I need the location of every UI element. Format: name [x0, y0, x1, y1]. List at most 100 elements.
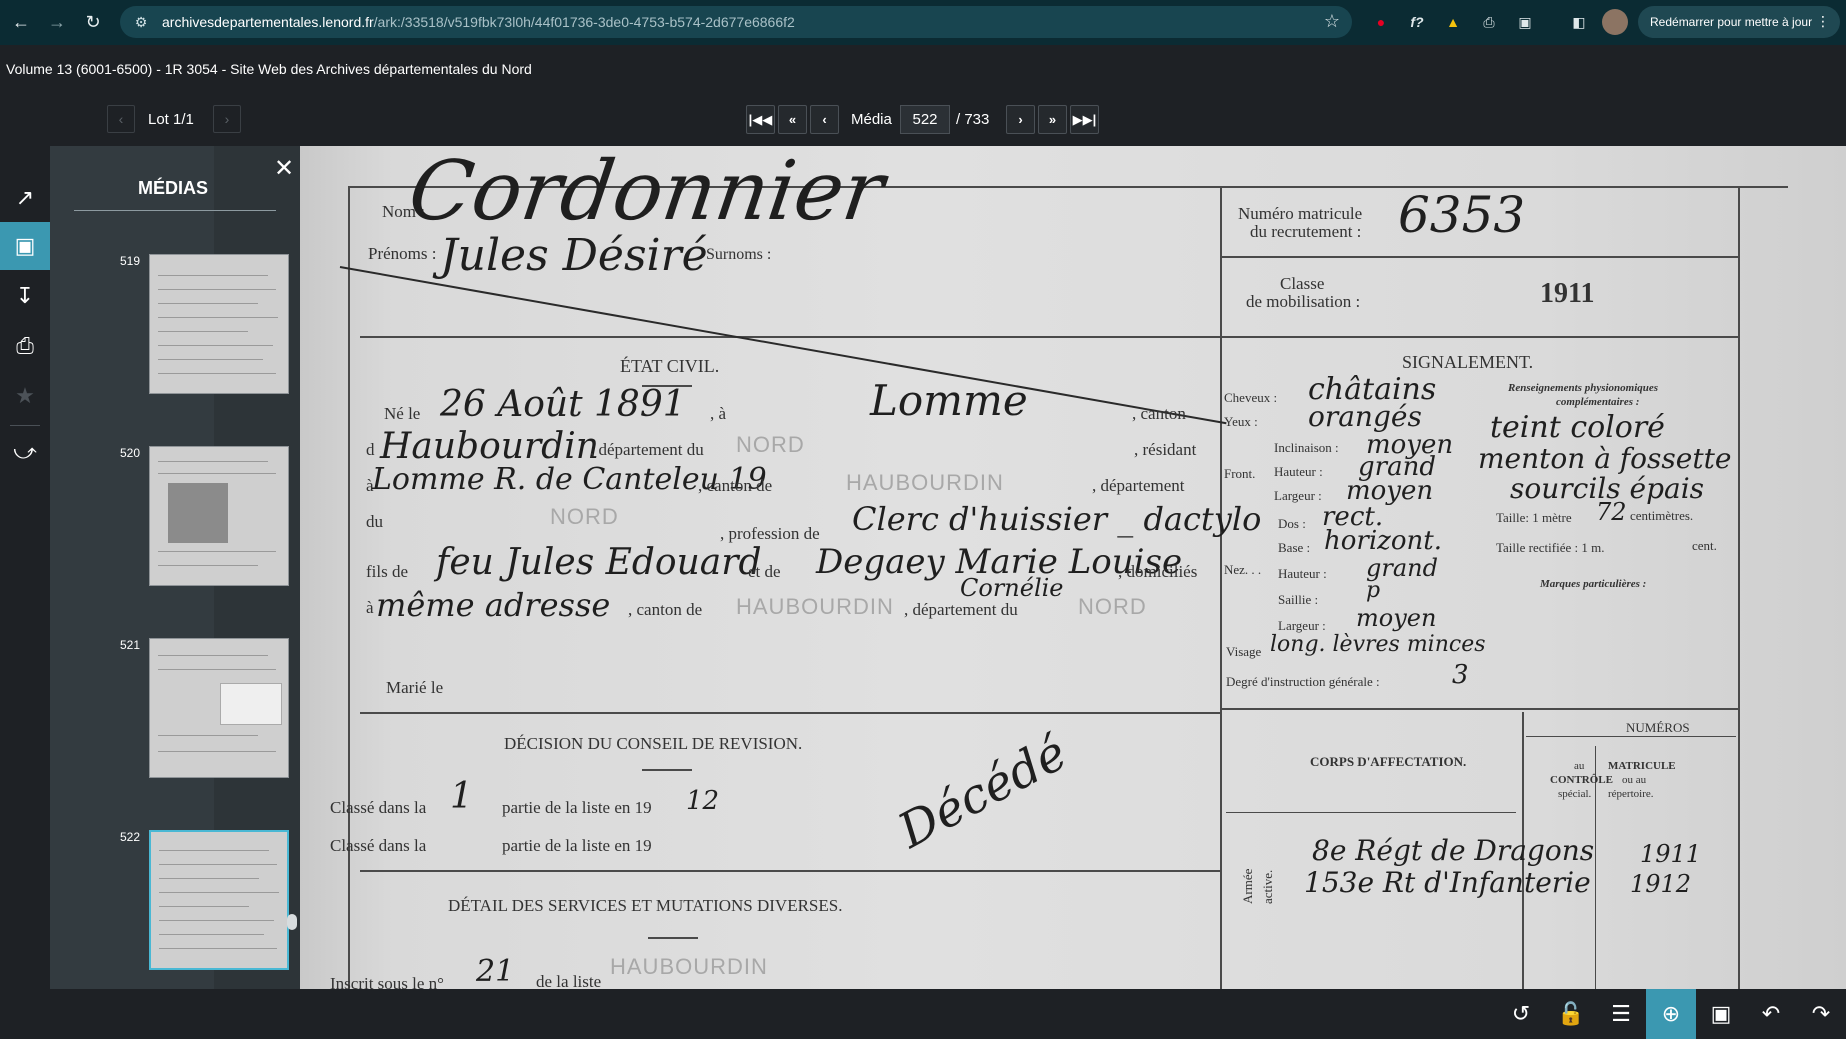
matricule-label-2: du recrutement : — [1250, 222, 1362, 241]
frame-line — [1738, 186, 1740, 989]
thumbnail-number: 521 — [120, 638, 141, 652]
thumbnail-519[interactable] — [149, 254, 289, 394]
close-icon[interactable]: ✕ — [274, 154, 294, 183]
saillie-label: Saillie : — [1278, 592, 1319, 607]
media-number-input[interactable]: 522 — [900, 105, 950, 134]
page-title: Volume 13 (6001-6500) - 1R 3054 - Site W… — [6, 61, 532, 77]
stamp-nord-3: NORD — [1078, 594, 1147, 619]
inscrit-value: 21 — [476, 954, 515, 989]
adjust-sliders-icon[interactable]: ☰ — [1596, 989, 1646, 1039]
degre-label: Degré d'instruction générale : — [1226, 674, 1380, 689]
active-label: active. — [1260, 869, 1275, 904]
rail-divider — [10, 425, 40, 426]
media-panel: MÉDIAS ✕ 519 520 521 522 — [50, 146, 300, 989]
largeur2-value: moyen — [1356, 604, 1437, 632]
font-icon[interactable]: f? — [1404, 9, 1430, 35]
controle-label: au — [1574, 760, 1585, 772]
next-fast-button[interactable]: » — [1038, 105, 1067, 134]
share-icon[interactable]: ⤻ — [0, 428, 50, 476]
last-media-button[interactable]: ▶▶| — [1070, 105, 1099, 134]
lot-next-button[interactable]: › — [213, 105, 241, 133]
father-value: feu Jules Edouard — [436, 542, 762, 583]
profile-avatar[interactable] — [1602, 9, 1628, 35]
next-media-button[interactable]: › — [1006, 105, 1035, 134]
printer-icon[interactable]: ⎙ — [1476, 9, 1502, 35]
inclinaison-label: Inclinaison : — [1274, 440, 1339, 455]
signalement-heading: SIGNALEMENT. — [1402, 352, 1534, 372]
hauteur2-label: Hauteur : — [1278, 566, 1327, 581]
birth-place: Lomme — [870, 376, 1028, 425]
reload-icon[interactable]: ↻ — [78, 8, 108, 38]
frame-line — [642, 769, 692, 771]
matricule-col-label-3: répertoire. — [1608, 788, 1654, 800]
panel-scrollbar[interactable] — [287, 914, 297, 930]
cent-label: cent. — [1692, 538, 1717, 553]
et-de-label: et de — [748, 562, 781, 581]
de-la-liste-label: de la liste — [536, 972, 602, 989]
forward-icon[interactable]: → — [42, 8, 72, 38]
partie-year-1: 12 — [686, 786, 720, 816]
thumbnail-522[interactable] — [149, 830, 289, 970]
site-settings-icon[interactable]: ⚙ — [126, 7, 156, 37]
lot-prev-button[interactable]: ‹ — [107, 105, 135, 133]
image-icon[interactable]: ▣ — [0, 222, 50, 270]
thumbnail-520[interactable] — [149, 446, 289, 586]
panel-divider — [74, 210, 276, 211]
viewer-toolbar: ‹ Lot 1/1 › |◀◀ « ‹ Média 522 / 733 › » … — [0, 91, 1846, 146]
thumbnail-521[interactable] — [149, 638, 289, 778]
year-1: 1911 — [1640, 840, 1702, 868]
rotate-right-icon[interactable]: ↷ — [1796, 989, 1846, 1039]
partie-label-2: partie de la liste en 19 — [502, 836, 652, 855]
prev-fast-button[interactable]: « — [778, 105, 807, 134]
decede-value: Décédé — [889, 724, 1076, 860]
menu-dots-icon[interactable]: ⋮ — [1816, 13, 1830, 30]
classe-label-2: de mobilisation : — [1246, 292, 1361, 311]
drive-icon[interactable]: ▲ — [1440, 9, 1466, 35]
frame-line — [648, 937, 698, 939]
cheveux-label: Cheveux : — [1224, 390, 1278, 405]
print-icon[interactable]: ⎙ — [0, 322, 50, 370]
stamp-haubourdin-2: HAUBOURDIN — [736, 594, 894, 619]
yeux-label: Yeux : — [1224, 414, 1258, 429]
stamp-haubourdin-3: HAUBOURDIN — [610, 954, 768, 979]
sidepanel-icon[interactable]: ◧ — [1566, 9, 1592, 35]
media-label: Média — [851, 111, 892, 128]
nez-label: Nez. . . — [1224, 562, 1262, 577]
controle-label-3: spécial. — [1558, 788, 1592, 800]
canton-de-label: , canton de — [698, 476, 773, 495]
address-bar[interactable]: ⚙ archivesdepartementales.lenord.fr/ark:… — [120, 6, 1352, 38]
favorite-star-icon[interactable]: ★ — [0, 372, 50, 420]
affectation-2: 153e Rt d'Infanterie — [1304, 866, 1591, 899]
first-media-button[interactable]: |◀◀ — [746, 105, 775, 134]
bookmark-star-icon[interactable]: ☆ — [1324, 11, 1340, 32]
zoom-in-icon[interactable]: ⊕ — [1646, 989, 1696, 1039]
meme-adresse-value: même adresse — [376, 586, 611, 624]
mother-value-2: Cornélie — [960, 574, 1064, 602]
unlock-icon[interactable]: 🔓 — [1546, 989, 1596, 1039]
corps-heading: CORPS D'AFFECTATION. — [1310, 754, 1467, 769]
degre-value: 3 — [1452, 660, 1469, 690]
url-text[interactable]: archivesdepartementales.lenord.fr/ark:/3… — [162, 14, 795, 30]
teint-value: teint coloré — [1490, 410, 1665, 445]
restart-update-button[interactable]: Redémarrer pour mettre à jour ⋮ — [1638, 6, 1840, 38]
media-total: / 733 — [956, 111, 990, 128]
fit-screen-icon[interactable]: ▣ — [1696, 989, 1746, 1039]
url-path: /ark:/33518/v519fbk73l0h/44f01736-3de0-4… — [373, 14, 795, 30]
departement-label: , département — [1092, 476, 1185, 495]
open-external-icon[interactable]: ↗ — [0, 174, 50, 222]
frame-line — [360, 336, 1220, 338]
extensions-icon[interactable]: ▣ — [1512, 9, 1538, 35]
a-label: , à — [710, 404, 727, 423]
history-icon[interactable]: ↺ — [1496, 989, 1546, 1039]
download-icon[interactable]: ↧ — [0, 272, 50, 320]
stamp-haubourdin: HAUBOURDIN — [846, 470, 1004, 495]
rotate-left-icon[interactable]: ↶ — [1746, 989, 1796, 1039]
classe-value-1: 1 — [450, 776, 473, 817]
domicilies-label: , domiciliés — [1118, 562, 1198, 581]
prev-media-button[interactable]: ‹ — [810, 105, 839, 134]
numeros-label: NUMÉROS — [1626, 720, 1690, 735]
thumbnail-number: 522 — [120, 830, 141, 844]
pinterest-icon[interactable]: ● — [1368, 9, 1394, 35]
back-icon[interactable]: ← — [6, 8, 36, 38]
document-viewer[interactable]: Nom : Cordonnier Prénoms : Jules Désiré … — [300, 146, 1846, 989]
